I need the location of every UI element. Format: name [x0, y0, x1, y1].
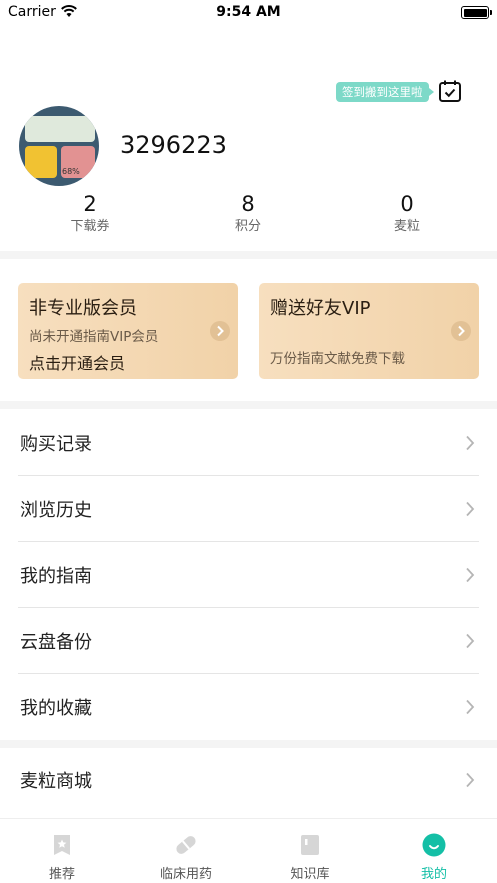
menu-item-label: 云盘备份: [20, 632, 92, 653]
status-bar: Carrier 9:54 AM: [0, 0, 497, 26]
vip-card-title: 赠送好友VIP: [270, 298, 371, 319]
stat-points[interactable]: 8 积分: [188, 190, 308, 236]
stat-label: 下载券: [70, 219, 110, 234]
stat-value: 0: [400, 192, 414, 216]
chevron-right-icon: [466, 435, 475, 451]
profile-face-icon: [422, 833, 446, 857]
chevron-right-icon: [466, 699, 475, 715]
clock: 9:54 AM: [216, 4, 281, 20]
tab-label: 知识库: [290, 867, 330, 882]
tab-label: 推荐: [48, 867, 75, 882]
tab-recommend[interactable]: 推荐: [0, 819, 124, 883]
vip-card-action: 点击开通会员: [29, 354, 126, 373]
section-divider: [0, 251, 497, 259]
tab-clinical-drugs[interactable]: 临床用药: [124, 819, 248, 883]
sign-in-moved-tag[interactable]: 签到搬到这里啦: [336, 82, 433, 102]
username: 3296223: [120, 131, 227, 159]
stat-download-coupons[interactable]: 2 下载券: [30, 190, 150, 236]
chevron-right-circle-icon: [451, 321, 471, 341]
tab-bar: 推荐 临床用药 知识库 我的: [0, 818, 497, 883]
chevron-right-icon: [466, 772, 475, 788]
stat-label: 麦粒: [393, 219, 420, 234]
chevron-right-icon: [466, 567, 475, 583]
tab-label: 我的: [420, 867, 447, 882]
book-icon: [301, 835, 319, 855]
menu-item-my-favorites[interactable]: 我的收藏: [0, 674, 497, 740]
tab-knowledge-base[interactable]: 知识库: [248, 819, 372, 883]
stat-value: 2: [83, 192, 97, 216]
chevron-right-icon: [466, 501, 475, 517]
gift-vip-card[interactable]: 赠送好友VIP 万份指南文献免费下载: [259, 283, 479, 379]
vip-card-title: 非专业版会员: [29, 298, 137, 319]
calendar-checkin-icon[interactable]: [438, 79, 462, 103]
menu-item-label: 购买记录: [20, 434, 92, 455]
pill-icon: [176, 836, 196, 854]
section-divider: [0, 401, 497, 409]
stat-grains[interactable]: 0 麦粒: [347, 190, 467, 236]
menu-item-label: 麦粒商城: [20, 771, 92, 792]
vip-card-subtitle: 万份指南文献免费下载: [270, 351, 405, 367]
battery-icon: [461, 6, 492, 19]
avatar-percent: 68%: [62, 167, 80, 176]
menu-item-label: 我的收藏: [20, 698, 92, 719]
menu-item-label: 浏览历史: [20, 500, 92, 521]
chevron-right-icon: [466, 633, 475, 649]
vip-member-card[interactable]: 非专业版会员 尚未开通指南VIP会员 点击开通会员: [18, 283, 238, 379]
vip-card-subtitle: 尚未开通指南VIP会员: [29, 329, 159, 345]
menu-item-my-guides[interactable]: 我的指南: [0, 542, 497, 608]
menu-item-purchase-records[interactable]: 购买记录: [0, 410, 497, 476]
menu-item-browse-history[interactable]: 浏览历史: [0, 476, 497, 542]
stat-value: 8: [241, 192, 255, 216]
menu-item-cloud-backup[interactable]: 云盘备份: [0, 608, 497, 674]
tab-mine[interactable]: 我的: [372, 819, 496, 883]
tab-label: 临床用药: [159, 867, 212, 882]
avatar[interactable]: 68%: [19, 106, 99, 186]
chevron-right-circle-icon: [210, 321, 230, 341]
stat-label: 积分: [234, 219, 261, 234]
menu-item-grain-mall[interactable]: 麦粒商城: [0, 747, 497, 813]
menu-item-label: 我的指南: [20, 566, 92, 587]
star-bookmark-icon: [54, 835, 70, 855]
